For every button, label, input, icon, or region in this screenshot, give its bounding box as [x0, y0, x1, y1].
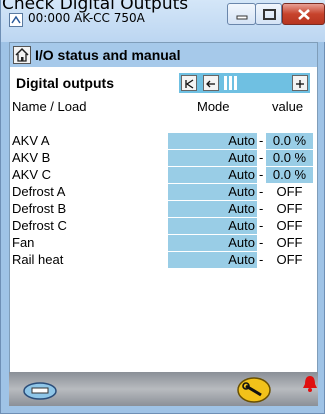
row-separator: - — [259, 201, 264, 216]
page-navigator — [179, 73, 310, 93]
next-page-button[interactable] — [292, 75, 308, 91]
alarm-bell-icon — [303, 376, 317, 392]
table-row: Defrost A Auto - OFF — [10, 184, 317, 200]
row-mode[interactable]: Auto — [168, 167, 257, 183]
previous-icon — [206, 80, 215, 88]
row-mode[interactable]: Auto — [168, 218, 257, 234]
home-icon — [15, 47, 29, 62]
table-row: Rail heat Auto - OFF — [10, 252, 317, 268]
table-row: AKV C Auto - 0.0 % — [10, 167, 317, 183]
section-header: I/O status and manual — [10, 43, 317, 67]
section-title: I/O status and manual — [35, 47, 181, 63]
skip-first-icon — [185, 79, 194, 89]
app-window: 00:000 AK-CC 750A I/O status and manual … — [0, 0, 325, 414]
row-separator: - — [259, 252, 264, 267]
table-row: Defrost B Auto - OFF — [10, 201, 317, 217]
row-name: AKV B — [12, 150, 51, 165]
row-mode[interactable]: Auto — [168, 201, 257, 217]
row-name: AKV A — [12, 133, 50, 148]
home-button[interactable] — [13, 46, 31, 64]
row-name: Fan — [12, 235, 35, 250]
first-page-button[interactable] — [181, 75, 197, 91]
table-row: Defrost C Auto - OFF — [10, 218, 317, 234]
service-button[interactable] — [237, 377, 271, 403]
row-value: OFF — [276, 235, 303, 250]
output-list: AKV A Auto - 0.0 % AKV B Auto - 0.0 % AK… — [10, 133, 317, 269]
alarm-button[interactable] — [302, 375, 318, 393]
lozenge-icon — [23, 382, 57, 400]
row-value: OFF — [276, 201, 303, 216]
column-header-mode: Mode — [197, 99, 230, 114]
row-separator: - — [259, 150, 264, 165]
row-name: Defrost A — [12, 184, 66, 199]
column-header-value: value — [272, 99, 304, 114]
row-separator: - — [259, 167, 264, 182]
row-separator: - — [259, 184, 264, 199]
wrench-icon — [237, 377, 271, 403]
row-separator: - — [259, 235, 264, 250]
lozenge-button[interactable] — [23, 382, 57, 400]
row-value[interactable]: 0.0 % — [266, 133, 313, 149]
row-name: Defrost B — [12, 201, 67, 216]
caption-label: Check Digital Outputs — [2, 0, 189, 14]
row-name: AKV C — [12, 167, 52, 182]
table-row: AKV A Auto - 0.0 % — [10, 133, 317, 149]
subheader-title: Digital outputs — [16, 75, 114, 91]
row-name: Defrost C — [12, 218, 67, 233]
footer-toolbar — [9, 372, 318, 406]
row-separator: - — [259, 133, 264, 148]
row-value[interactable]: 0.0 % — [266, 167, 313, 183]
column-header-name: Name / Load — [12, 99, 87, 114]
row-name: Rail heat — [12, 252, 64, 267]
row-value[interactable]: 0.0 % — [266, 150, 313, 166]
table-row: Fan Auto - OFF — [10, 235, 317, 251]
row-separator: - — [259, 218, 264, 233]
row-mode[interactable]: Auto — [168, 235, 257, 251]
table-row: AKV B Auto - 0.0 % — [10, 150, 317, 166]
caption-text: Check Digital Outputs — [0, 0, 325, 22]
row-mode[interactable]: Auto — [168, 252, 257, 268]
previous-page-button[interactable] — [203, 75, 219, 91]
page-indicator — [222, 75, 282, 91]
subheader: Digital outputs — [10, 69, 317, 95]
row-mode[interactable]: Auto — [168, 184, 257, 200]
next-icon — [296, 80, 304, 88]
page: 00:000 AK-CC 750A I/O status and manual … — [0, 0, 325, 414]
row-mode[interactable]: Auto — [168, 150, 257, 166]
client-area: I/O status and manual Digital outputs Na… — [9, 42, 318, 406]
row-value: OFF — [276, 252, 303, 267]
row-mode[interactable]: Auto — [168, 133, 257, 149]
row-value: OFF — [276, 184, 303, 199]
row-value: OFF — [276, 218, 303, 233]
